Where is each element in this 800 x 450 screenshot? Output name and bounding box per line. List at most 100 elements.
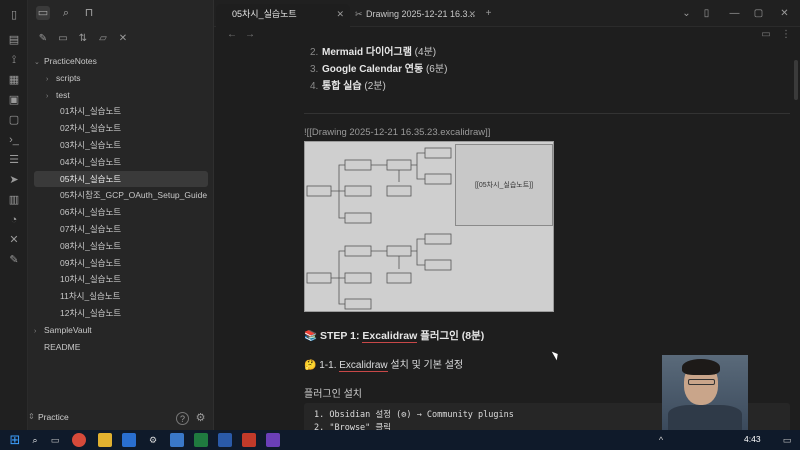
tree-item-label: 05차시_실습노트 — [60, 173, 122, 184]
tree-item-label: 03차시_실습노트 — [60, 140, 122, 150]
tree-item-label: 07차시_실습노트 — [60, 224, 122, 234]
books-emoji-icon: 📚 — [304, 330, 318, 342]
daily-note-icon[interactable]: ▣ — [7, 93, 21, 107]
table-icon[interactable]: ▥ — [7, 193, 21, 207]
toggle-sidebar-icon[interactable]: ▯ — [7, 8, 21, 22]
chevron-down-icon[interactable]: ⌄ — [680, 7, 693, 20]
list-item: 2. Mermaid 다이어그램 (4분) — [310, 47, 437, 58]
folder-icon[interactable]: ▭ — [36, 6, 50, 20]
tree-item[interactable]: 04차시_실습노트 — [34, 154, 208, 170]
help-icon[interactable]: ? — [176, 412, 189, 425]
new-tab-icon[interactable]: + — [482, 7, 495, 20]
tree-item[interactable]: 12차시_실습노트 — [34, 305, 208, 321]
tree-item[interactable]: ⌄ PracticeNotes — [34, 53, 208, 69]
embedded-note-box[interactable]: [[05차시_실습노트]] — [455, 144, 553, 226]
tree-item[interactable]: 10차시_실습노트 — [34, 271, 208, 287]
vault-footer: ⇕ Practice ? ⚙ — [28, 410, 214, 428]
tree-item[interactable]: README — [34, 339, 208, 355]
settings-icon[interactable]: ⚙ — [146, 433, 160, 447]
step-heading: 📚 STEP 1: Excalidraw 플러그인 (8분) — [304, 330, 485, 343]
send-icon[interactable]: ➤ — [7, 173, 21, 187]
tree-item-label: 06차시_실습노트 — [60, 207, 122, 218]
tree-item[interactable]: 02차시_실습노트 — [34, 120, 208, 136]
forward-arrow-icon[interactable]: → — [244, 29, 256, 41]
file-explorer-icon[interactable] — [98, 433, 112, 447]
tree-item[interactable]: 05차시참조_GCP_OAuth_Setup_Guide — [34, 187, 208, 203]
chevron-up-icon[interactable]: ^ — [654, 433, 668, 447]
tree-item-label: 04차시_실습노트 — [60, 156, 122, 167]
bookmark-icon[interactable]: ⊓ — [82, 6, 96, 20]
tree-item[interactable]: › test — [46, 87, 208, 103]
right-sidebar-toggle-icon[interactable]: ▯ — [700, 7, 713, 20]
terminal-icon[interactable]: ›_ — [7, 133, 21, 147]
templates-icon[interactable]: ▢ — [7, 113, 21, 127]
powerpoint-icon[interactable] — [242, 433, 256, 447]
collapse-icon[interactable]: ▱ — [96, 32, 110, 46]
excalidraw-embed[interactable]: [[05차시_실습노트]] — [304, 141, 554, 312]
new-folder-icon[interactable]: ▭ — [56, 32, 70, 46]
explorer-toolbar: ✎ ▭ ⇅ ▱ ✕ — [28, 30, 214, 48]
new-note-icon[interactable]: ✎ — [36, 32, 50, 46]
canvas-icon[interactable]: ▦ — [7, 73, 21, 87]
outline-icon[interactable]: ☰ — [7, 153, 21, 167]
tab-drawing[interactable]: ✂ Drawing 2025-12-21 16.3... ✕ — [352, 4, 482, 27]
chevron-right-icon[interactable]: › — [46, 89, 56, 105]
tab-05-practice-note[interactable]: 05차시_실습노트 ✕ — [216, 4, 350, 27]
list-item: 4. 통합 실습 (2분) — [310, 81, 386, 92]
close-tab-icon[interactable]: ✕ — [468, 4, 476, 24]
windows-start-icon[interactable]: ⊞ — [8, 433, 22, 447]
tab-label: Drawing 2025-12-21 16.3... — [366, 9, 476, 19]
excel-icon[interactable] — [194, 433, 208, 447]
obsidian-icon[interactable] — [266, 433, 280, 447]
clock[interactable]: 4:43 — [744, 434, 761, 444]
tree-item-label: 11차시_실습노트 — [60, 291, 121, 302]
gauge-icon[interactable]: ◔ — [7, 213, 21, 227]
graph-view-icon[interactable]: ⟟ — [7, 53, 21, 67]
chevron-right-icon[interactable]: › — [46, 72, 56, 88]
magic-icon[interactable]: ✎ — [7, 253, 21, 267]
minimize-icon[interactable]: — — [728, 7, 741, 20]
new-file-icon[interactable]: ▤ — [7, 33, 21, 47]
reading-view-icon[interactable]: ▭ — [760, 29, 772, 41]
embed-link-text[interactable]: ![[Drawing 2025-12-21 16.35.23.excalidra… — [304, 127, 490, 138]
tree-item-label: SampleVault — [44, 324, 92, 335]
maximize-icon[interactable]: ▢ — [752, 7, 765, 20]
chrome-icon[interactable] — [72, 433, 86, 447]
tab-bar: 05차시_실습노트 ✕ ✂ Drawing 2025-12-21 16.3...… — [214, 0, 800, 27]
vault-switch-icon[interactable]: ⇕ — [28, 412, 35, 421]
tree-item[interactable]: 11차시_실습노트 — [34, 288, 208, 304]
notification-icon[interactable]: ▭ — [780, 433, 794, 447]
scrollbar[interactable] — [794, 60, 798, 100]
outlook-icon[interactable] — [122, 433, 136, 447]
tree-item[interactable]: 06차시_실습노트 — [34, 204, 208, 220]
tree-item[interactable]: › scripts — [46, 70, 208, 86]
chevron-right-icon[interactable]: › — [34, 324, 44, 340]
tree-item[interactable]: › SampleVault — [34, 322, 208, 338]
search-icon[interactable]: ⌕ — [59, 6, 73, 20]
tree-item[interactable]: 05차시_실습노트 — [34, 170, 208, 187]
tree-item-label: 12차시_실습노트 — [60, 308, 122, 318]
close-window-icon[interactable]: ✕ — [778, 7, 791, 20]
tools-icon[interactable]: ✕ — [7, 233, 21, 247]
word-icon[interactable] — [218, 433, 232, 447]
back-arrow-icon[interactable]: ← — [226, 29, 238, 41]
task-view-icon[interactable]: ▭ — [48, 433, 62, 447]
chevron-down-icon[interactable]: ⌄ — [34, 55, 44, 71]
close-tab-icon[interactable]: ✕ — [336, 4, 344, 24]
tree-item-label: README — [44, 341, 81, 352]
sidebar-header: ▭ ⌕ ⊓ — [28, 0, 214, 26]
left-ribbon: ▯ ▤ ⟟ ▦ ▣ ▢ ›_ ☰ ➤ ▥ ◔ ✕ ✎ — [0, 0, 28, 430]
tree-item[interactable]: 01차시_실습노트 — [34, 103, 208, 119]
app-icon[interactable] — [170, 433, 184, 447]
tree-item[interactable]: 09차시_실습노트 — [34, 255, 208, 271]
search-icon[interactable]: ⌕ — [28, 433, 42, 447]
settings-gear-icon[interactable]: ⚙ — [194, 412, 207, 425]
vault-name[interactable]: Practice — [38, 412, 69, 422]
tree-item[interactable]: 03차시_실습노트 — [34, 137, 208, 153]
tree-item[interactable]: 07차시_실습노트 — [34, 221, 208, 237]
close-all-icon[interactable]: ✕ — [116, 32, 130, 46]
tree-item[interactable]: 08차시_실습노트 — [34, 238, 208, 254]
excalidraw-icon: ✂ — [355, 9, 363, 19]
sort-icon[interactable]: ⇅ — [76, 32, 90, 46]
more-options-icon[interactable]: ⋮ — [780, 29, 792, 41]
